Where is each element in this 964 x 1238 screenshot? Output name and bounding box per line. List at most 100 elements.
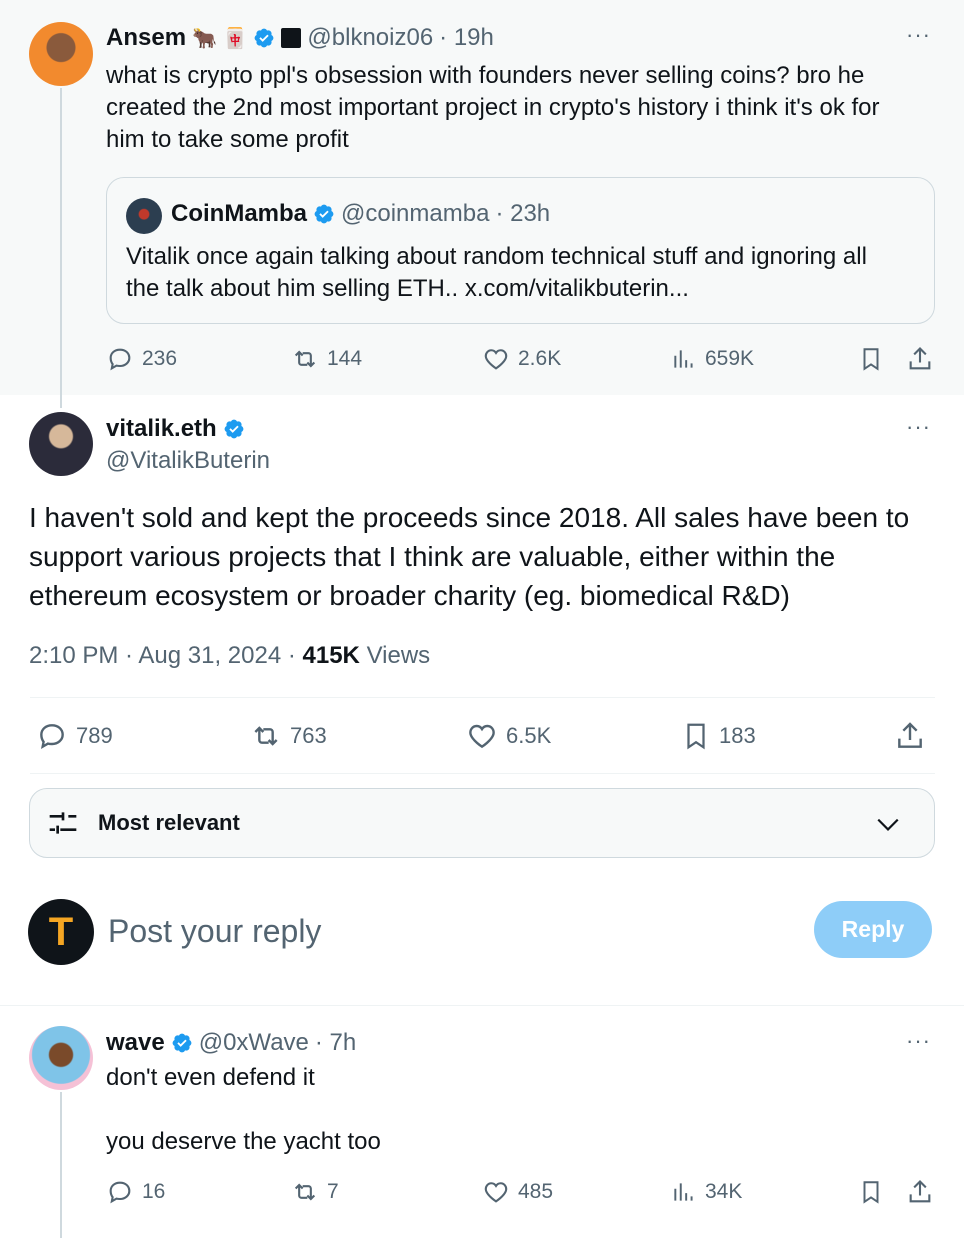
- more-options-icon[interactable]: ···: [906, 416, 931, 438]
- reply-action[interactable]: 789: [36, 720, 113, 752]
- chevron-down-icon: [877, 818, 899, 831]
- views-count: 34K: [705, 1180, 743, 1203]
- reply-button[interactable]: Reply: [814, 901, 932, 958]
- reply-action[interactable]: 16: [106, 1178, 165, 1206]
- author-handle[interactable]: @0xWave: [199, 1027, 309, 1059]
- like-count: 2.6K: [518, 347, 562, 370]
- avatar[interactable]: [29, 22, 93, 86]
- bookmark-action[interactable]: 183: [681, 720, 756, 752]
- text-line: I haven't sold and kept the proceeds sin…: [29, 502, 910, 533]
- text-line: [106, 1094, 381, 1126]
- author-name[interactable]: Ansem: [106, 24, 186, 52]
- repost-count: 7: [327, 1180, 339, 1203]
- bookmark-icon: [687, 723, 705, 750]
- like-action[interactable]: 485: [482, 1178, 553, 1206]
- repost-count: 144: [327, 347, 363, 370]
- main-tweet-text: I haven't sold and kept the proceeds sin…: [29, 498, 909, 615]
- reply-action[interactable]: 236: [106, 345, 177, 373]
- tweet-header: Ansem 🐂 🀄 @blknoiz06 · 19h: [106, 22, 494, 54]
- text-line: Vitalik once again talking about random …: [126, 243, 867, 270]
- heart-icon: [484, 349, 508, 370]
- thread-line: [60, 1092, 62, 1238]
- avatar-letter: T: [48, 909, 74, 954]
- verified-badge-icon: [255, 28, 274, 48]
- avatar[interactable]: [29, 412, 93, 476]
- author-name[interactable]: vitalik.eth: [106, 413, 217, 445]
- quote-author-name: CoinMamba: [171, 200, 308, 227]
- share-icon[interactable]: [894, 720, 926, 752]
- like-count: 485: [518, 1180, 554, 1203]
- author-handle[interactable]: @blknoiz06: [307, 24, 433, 52]
- more-options-icon[interactable]: ···: [906, 24, 931, 46]
- author-name[interactable]: wave: [106, 1027, 165, 1059]
- sort-label: Most relevant: [98, 810, 240, 835]
- text-line: the talk about him selling ETH.. x.com/v…: [126, 275, 689, 302]
- views-count: 659K: [705, 347, 755, 370]
- analytics-icon: [674, 1183, 693, 1201]
- heart-icon: [469, 724, 495, 749]
- quote-tweet[interactable]: CoinMamba @coinmamba · 23h Vitalik once …: [106, 177, 935, 324]
- quote-header: CoinMamba @coinmamba · 23h: [171, 200, 550, 228]
- tweet-header: wave @0xWave · 7h: [106, 1027, 356, 1059]
- filter-sliders-icon: [49, 812, 77, 834]
- repost-action[interactable]: 144: [291, 345, 362, 373]
- views-count: 415K: [302, 642, 360, 669]
- divider: [30, 697, 935, 698]
- quote-text: Vitalik once again talking about random …: [126, 241, 867, 305]
- repost-icon: [254, 726, 278, 746]
- section-divider: [0, 1005, 964, 1006]
- avatar: [126, 198, 162, 234]
- reply-count: 16: [142, 1180, 166, 1203]
- analytics-icon: [674, 350, 693, 368]
- share-icon[interactable]: [906, 345, 934, 373]
- reply-input[interactable]: Post your reply: [108, 909, 788, 953]
- bookmark-count: 183: [719, 723, 756, 748]
- reply-button-label: Reply: [841, 916, 905, 942]
- repost-count: 763: [290, 723, 327, 748]
- share-icon[interactable]: [906, 1178, 934, 1206]
- divider: [30, 773, 935, 774]
- text-line: support various projects that I think ar…: [29, 541, 836, 572]
- text-line: don't even defend it: [106, 1064, 315, 1091]
- quote-time: · 23h: [495, 200, 551, 227]
- tweet-time[interactable]: · 19h: [439, 24, 494, 52]
- tweet-text: don't even defend it you deserve the yac…: [106, 1062, 381, 1158]
- like-count: 6.5K: [506, 723, 552, 748]
- sort-dropdown[interactable]: Most relevant: [29, 788, 935, 858]
- tweet-meta: 2:10 PM · Aug 31, 2024 · 415K Views: [29, 640, 430, 672]
- views-action[interactable]: 659K: [671, 345, 754, 373]
- quote-handle: @coinmamba: [341, 200, 490, 227]
- text-line: you deserve the yacht too: [106, 1128, 381, 1155]
- tweet-time[interactable]: · 7h: [315, 1027, 356, 1059]
- heart-icon: [484, 1182, 508, 1203]
- views-action[interactable]: 34K: [671, 1178, 742, 1206]
- repost-icon: [294, 350, 316, 368]
- repost-action[interactable]: 7: [291, 1178, 339, 1206]
- bookmark-icon[interactable]: [858, 1178, 884, 1206]
- parent-tweet[interactable]: Ansem 🐂 🀄 @blknoiz06 · 19h ··· what is c…: [0, 0, 964, 408]
- reply-icon: [40, 724, 64, 750]
- verified-badge-icon: [224, 419, 244, 439]
- text-line: him to take some profit: [106, 126, 349, 153]
- timestamp[interactable]: 2:10 PM · Aug 31, 2024 ·: [29, 642, 296, 669]
- avatar: T: [28, 899, 94, 965]
- text-line: created the 2nd most important project i…: [106, 94, 880, 121]
- reply-icon: [109, 348, 131, 371]
- more-options-icon[interactable]: ···: [906, 1030, 931, 1052]
- like-action[interactable]: 6.5K: [466, 720, 551, 752]
- repost-action[interactable]: 763: [250, 720, 327, 752]
- author-handle[interactable]: @VitalikButerin: [106, 445, 270, 477]
- bookmark-icon[interactable]: [858, 345, 884, 373]
- reply-count: 789: [76, 723, 113, 748]
- tweet-text: what is crypto ppl's obsession with foun…: [106, 60, 880, 156]
- views-label: Views: [366, 642, 431, 669]
- text-line: ethereum ecosystem or broader charity (e…: [29, 580, 790, 611]
- verified-badge-icon: [314, 204, 334, 224]
- affiliate-icon: [281, 28, 302, 48]
- like-action[interactable]: 2.6K: [482, 345, 561, 373]
- reply-count: 236: [142, 347, 178, 370]
- main-tweet-author: vitalik.eth @VitalikButerin: [106, 413, 270, 477]
- avatar[interactable]: [29, 1026, 93, 1090]
- verified-badge-icon: [172, 1033, 192, 1053]
- thread-line: [60, 88, 62, 408]
